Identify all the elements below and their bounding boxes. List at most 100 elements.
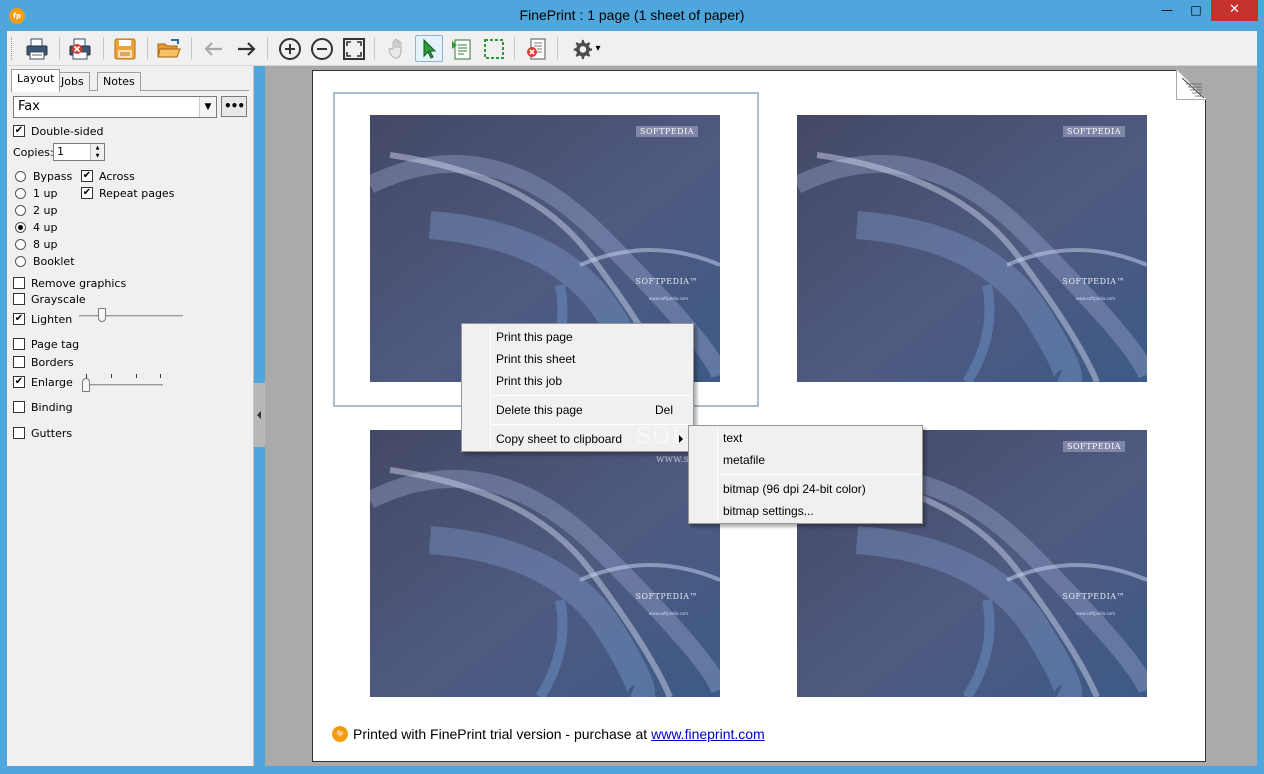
layout-radio-4up[interactable]: 4 up (15, 220, 57, 234)
panel-collapse-handle[interactable] (254, 383, 265, 447)
enlarge-checkbox[interactable]: ✔ (13, 376, 25, 388)
page-thumbnail[interactable]: SOFTPEDIA SOFTPEDIA™ www.softpedia.com (797, 115, 1147, 382)
lighten-slider-track[interactable] (79, 315, 183, 317)
softpedia-wordmark: SOFTPEDIA™ (1062, 592, 1125, 601)
select-tool-button[interactable] (415, 35, 443, 62)
submenu-item-bitmap-settings[interactable]: bitmap settings... (691, 500, 920, 522)
remove-graphics-option[interactable]: Remove graphics (13, 276, 126, 290)
radio-bypass[interactable] (15, 170, 26, 182)
page-tag-option[interactable]: Page tag (13, 337, 79, 351)
across-checkbox[interactable]: ✔ (81, 170, 93, 182)
enlarge-option[interactable]: ✔ Enlarge (13, 375, 73, 389)
toolbar: ▾ (7, 31, 1257, 66)
lighten-option[interactable]: ✔ Lighten (13, 312, 72, 326)
zoom-out-button[interactable] (308, 35, 336, 62)
chevron-down-icon[interactable]: ▼ (199, 97, 216, 117)
open-button[interactable] (155, 35, 183, 62)
binding-option[interactable]: Binding (13, 400, 73, 414)
submenu-item-text[interactable]: text (691, 427, 920, 449)
toolbar-grip[interactable] (11, 37, 14, 60)
minimize-button[interactable]: — (1152, 0, 1182, 21)
double-sided-checkbox[interactable]: ✔ (13, 125, 25, 137)
printer-select[interactable]: Fax ▼ (13, 96, 217, 118)
fit-page-button[interactable] (340, 35, 368, 62)
repeat-pages-label: Repeat pages (99, 186, 175, 200)
layout-label-bypass: Bypass (33, 169, 73, 183)
enlarge-slider-tick (136, 374, 137, 378)
submenu-item-bitmap[interactable]: bitmap (96 dpi 24-bit color) (691, 478, 920, 500)
copies-spin-buttons[interactable]: ▲ ▼ (90, 144, 104, 160)
page-thumbnail[interactable]: SOFTPEDIA SOFTPEDIA™ www.softpedia.com (370, 430, 720, 697)
toolbar-separator (59, 37, 60, 60)
fineprint-logo-icon: fp (332, 726, 348, 742)
enlarge-slider-track[interactable] (83, 384, 163, 386)
layout-radio-bypass[interactable]: Bypass (15, 169, 72, 183)
paper-sheet[interactable]: SOFTPEDIA SOFTPEDIA™ www.softpedia.com S… (312, 70, 1206, 762)
layout-label-1up: 1 up (33, 186, 58, 200)
menu-item-print-job[interactable]: Print this job (464, 370, 691, 392)
lighten-checkbox[interactable]: ✔ (13, 313, 25, 325)
repeat-pages-option[interactable]: ✔ Repeat pages (81, 186, 174, 200)
settings-menu-button[interactable]: ▾ (565, 35, 607, 62)
gutters-checkbox[interactable] (13, 427, 25, 439)
abstract-wallpaper-image (797, 115, 1147, 382)
grayscale-checkbox[interactable] (13, 293, 25, 305)
gear-icon (574, 39, 593, 59)
menu-item-label: Print this sheet (496, 352, 576, 366)
menu-item-print-page[interactable]: Print this page (464, 326, 691, 348)
previous-page-button[interactable] (200, 35, 228, 62)
print-icon (26, 38, 48, 59)
copies-stepper[interactable]: 1 ▲ ▼ (53, 143, 105, 161)
layout-radio-1up[interactable]: 1 up (15, 186, 57, 200)
menu-item-print-sheet[interactable]: Print this sheet (464, 348, 691, 370)
submenu-item-metafile[interactable]: metafile (691, 449, 920, 471)
gutters-option[interactable]: Gutters (13, 426, 72, 440)
next-page-button[interactable] (232, 35, 260, 62)
print-button[interactable] (23, 35, 51, 62)
across-option[interactable]: ✔ Across (81, 169, 135, 183)
hand-tool-button[interactable] (384, 35, 412, 62)
menu-item-label: metafile (723, 453, 766, 467)
repeat-pages-checkbox[interactable]: ✔ (81, 187, 93, 199)
close-button[interactable]: ✕ (1211, 0, 1258, 21)
radio-8up[interactable] (15, 238, 26, 250)
preview-area[interactable]: SOFTPEDIA SOFTPEDIA™ www.softpedia.com S… (265, 66, 1257, 766)
radio-4up[interactable] (15, 221, 26, 233)
softpedia-url: www.softpedia.com (1075, 296, 1115, 301)
radio-booklet[interactable] (15, 255, 26, 267)
layout-radio-8up[interactable]: 8 up (15, 237, 57, 251)
edit-page-button[interactable] (448, 35, 476, 62)
zoom-in-button[interactable] (276, 35, 304, 62)
delete-page-button[interactable] (523, 35, 551, 62)
softpedia-logo: SOFTPEDIA (1063, 126, 1125, 137)
borders-checkbox[interactable] (13, 356, 25, 368)
save-button[interactable] (111, 35, 139, 62)
tab-layout[interactable]: Layout (11, 69, 61, 92)
radio-2up[interactable] (15, 204, 26, 216)
menu-item-label: Delete this page (496, 403, 583, 417)
menu-item-delete-page[interactable]: Delete this page Del (464, 399, 691, 421)
maximize-button[interactable]: □ (1182, 0, 1210, 21)
marquee-tool-button[interactable] (480, 35, 508, 62)
binding-checkbox[interactable] (13, 401, 25, 413)
discard-job-button[interactable] (66, 35, 94, 62)
layout-radio-booklet[interactable]: Booklet (15, 254, 75, 268)
double-sided-option[interactable]: ✔ Double-sided (13, 124, 103, 138)
softpedia-wordmark: SOFTPEDIA™ (635, 592, 698, 601)
enlarge-slider-thumb[interactable] (82, 378, 90, 392)
lighten-slider-thumb[interactable] (98, 308, 106, 322)
toolbar-separator (147, 37, 148, 60)
enlarge-label: Enlarge (31, 375, 73, 389)
grayscale-option[interactable]: Grayscale (13, 292, 86, 306)
menu-item-label: Print this page (496, 330, 573, 344)
fineprint-link[interactable]: www.fineprint.com (651, 726, 765, 742)
forward-arrow-icon (238, 41, 256, 56)
radio-1up[interactable] (15, 187, 26, 199)
page-tag-checkbox[interactable] (13, 338, 25, 350)
printer-settings-button[interactable]: ••• (221, 96, 247, 117)
remove-graphics-checkbox[interactable] (13, 277, 25, 289)
layout-radio-2up[interactable]: 2 up (15, 203, 57, 217)
marquee-icon (484, 38, 504, 59)
tab-notes[interactable]: Notes (97, 72, 141, 91)
borders-option[interactable]: Borders (13, 355, 74, 369)
